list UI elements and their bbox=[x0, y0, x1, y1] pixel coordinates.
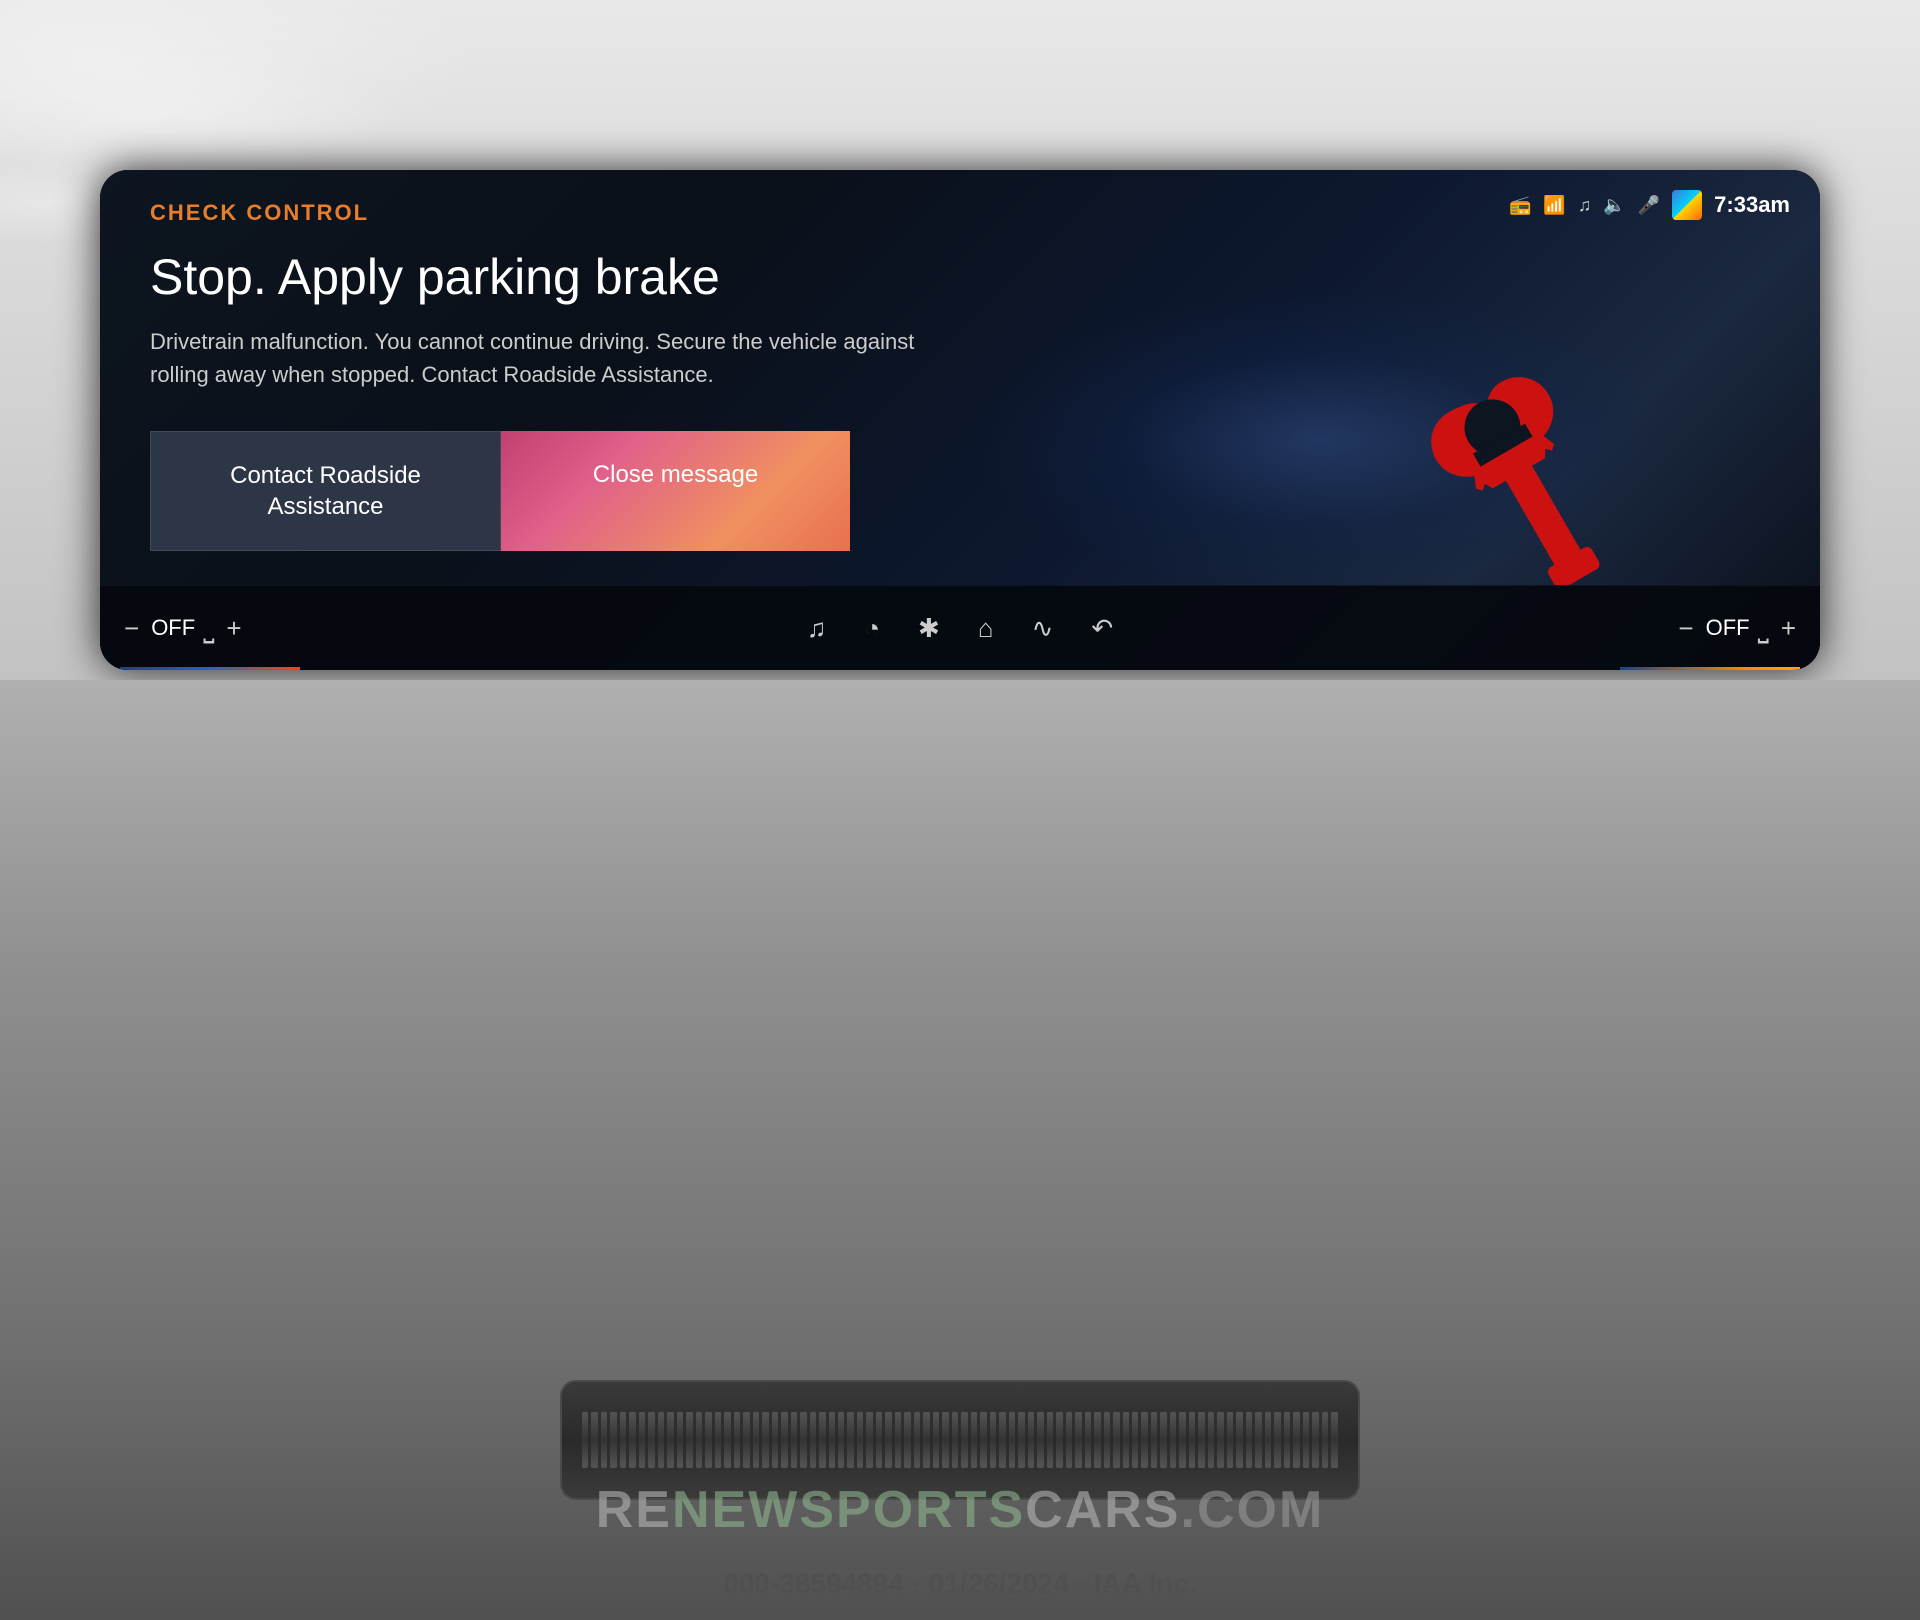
right-temp-minus[interactable]: − bbox=[1674, 609, 1697, 648]
alert-description: Drivetrain malfunction. You cannot conti… bbox=[150, 325, 930, 391]
watermark-cars: CARS bbox=[1025, 1480, 1180, 1540]
bottom-info-text: 000-38594894 · 01/26/2024 · IAA Inc. bbox=[723, 1568, 1197, 1600]
right-temp-display: OFF bbox=[1706, 615, 1750, 641]
action-buttons: Contact Roadside Assistance Close messag… bbox=[150, 431, 850, 551]
toolbar-home-icon[interactable]: ⌂ bbox=[974, 609, 998, 648]
toolbar-nav-icon[interactable]: ◔ bbox=[860, 609, 884, 648]
status-bar: 📻 📶 ♫ 🔈 🎤 7:33am bbox=[1509, 190, 1790, 220]
left-temp-display: OFF bbox=[151, 615, 195, 641]
sim-icon: 📻 bbox=[1509, 195, 1531, 216]
watermark-com: .COM bbox=[1180, 1480, 1324, 1540]
toolbar-center-nav: ♫ ◔ ✱ ⌂ ∿ ↶ bbox=[340, 609, 1580, 648]
toolbar-music-icon[interactable]: ♫ bbox=[803, 609, 831, 648]
antenna-icon: 📶 bbox=[1543, 195, 1565, 216]
music-icon: ♫ bbox=[1578, 195, 1592, 216]
left-temp-bar bbox=[120, 667, 300, 670]
main-content-area: Stop. Apply parking brake Drivetrain mal… bbox=[150, 250, 1770, 580]
bottom-toolbar: − OFF ⎵ + ♫ ◔ ✱ ⌂ ∿ ↶ − OFF ⎵ + bbox=[100, 585, 1820, 670]
left-temp-plus[interactable]: + bbox=[222, 609, 245, 648]
toolbar-menu-icon[interactable]: ∿ bbox=[1028, 609, 1058, 648]
screen-display: CHECK CONTROL 📻 📶 ♫ 🔈 🎤 7:33am Stop. App… bbox=[100, 170, 1820, 670]
check-control-label: CHECK CONTROL bbox=[150, 200, 369, 226]
right-temp-plus[interactable]: + bbox=[1777, 609, 1800, 648]
watermark-sports: SPORTS bbox=[799, 1480, 1025, 1540]
watermark-re: RE bbox=[596, 1480, 672, 1540]
toolbar-back-icon[interactable]: ↶ bbox=[1087, 609, 1117, 648]
watermark-new: NEW bbox=[672, 1480, 799, 1540]
watermark: RE NEW SPORTS CARS .COM bbox=[596, 1480, 1325, 1540]
car-screen: CHECK CONTROL 📻 📶 ♫ 🔈 🎤 7:33am Stop. App… bbox=[100, 170, 1820, 670]
nav-map-icon bbox=[1672, 190, 1702, 220]
left-temp-minus[interactable]: − bbox=[120, 609, 143, 648]
right-seat-icon: ⎵ bbox=[1758, 612, 1769, 645]
left-seat-icon: ⎵ bbox=[203, 612, 214, 645]
right-temp-bar bbox=[1620, 667, 1800, 670]
time-display: 7:33am bbox=[1714, 192, 1790, 218]
volume-icon: 🔈 bbox=[1603, 195, 1625, 216]
toolbar-fan-icon[interactable]: ✱ bbox=[914, 609, 944, 648]
lower-car-interior: RE NEW SPORTS CARS .COM 000-38594894 · 0… bbox=[0, 680, 1920, 1620]
contact-roadside-button[interactable]: Contact Roadside Assistance bbox=[150, 431, 501, 551]
right-temp-control: − OFF ⎵ + bbox=[1580, 609, 1800, 648]
close-message-button[interactable]: Close message bbox=[501, 431, 850, 551]
left-temp-control: − OFF ⎵ + bbox=[120, 609, 340, 648]
mic-icon: 🎤 bbox=[1638, 195, 1660, 216]
alert-title: Stop. Apply parking brake bbox=[150, 250, 1770, 305]
